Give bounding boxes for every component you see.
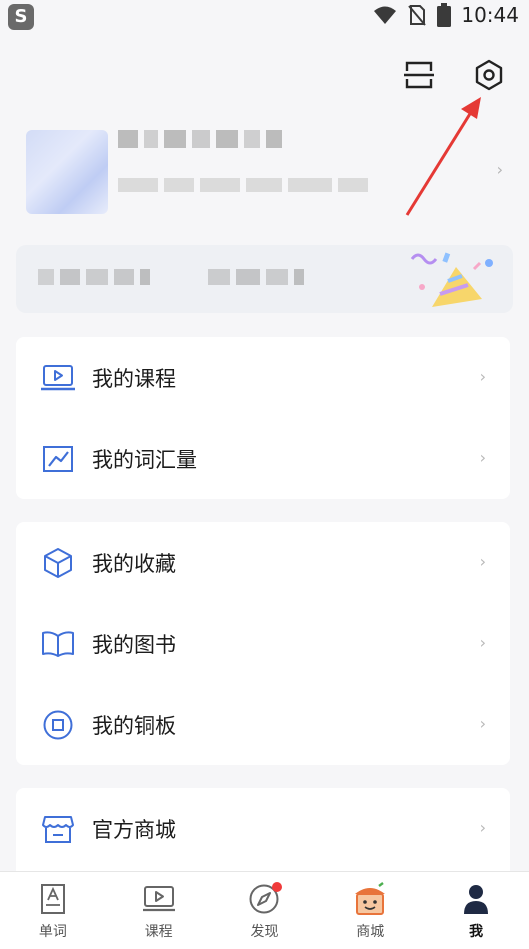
- laptop-play-icon: [40, 360, 76, 396]
- tab-words[interactable]: 单词: [0, 872, 106, 949]
- chevron-right-icon: ›: [479, 367, 486, 386]
- stats-banner[interactable]: [16, 245, 513, 313]
- store-icon: [40, 811, 76, 847]
- mall-icon: [353, 882, 387, 916]
- menu-item-my-books[interactable]: 我的图书 ›: [16, 603, 510, 684]
- stats-redacted: [38, 269, 304, 285]
- status-time: 10:44: [461, 3, 519, 27]
- menu-item-my-favorites[interactable]: 我的收藏 ›: [16, 522, 510, 603]
- menu-card-learning: 我的课程 › 我的词汇量 ›: [16, 337, 510, 499]
- menu-item-my-courses[interactable]: 我的课程 ›: [16, 337, 510, 418]
- menu-card-store: 官方商城 ›: [16, 788, 510, 878]
- tab-courses[interactable]: 课程: [106, 872, 212, 949]
- app-notification-icon: S: [8, 4, 34, 30]
- tab-label: 课程: [144, 924, 173, 940]
- menu-item-label: 我的图书: [92, 632, 176, 657]
- cube-icon: [40, 545, 76, 581]
- avatar[interactable]: [26, 130, 108, 214]
- menu-item-label: 我的词汇量: [92, 447, 197, 472]
- settings-button[interactable]: [469, 55, 509, 95]
- menu-item-my-vocabulary[interactable]: 我的词汇量 ›: [16, 418, 510, 499]
- tab-discover[interactable]: 发现: [212, 872, 318, 949]
- bottom-tab-bar: 单词 课程 发现 商城 我: [0, 871, 529, 949]
- tab-label: 发现: [250, 924, 279, 940]
- tab-label: 我: [469, 924, 484, 940]
- tab-mall[interactable]: 商城: [317, 872, 423, 949]
- status-icons: 10:44: [373, 3, 519, 27]
- menu-item-label: 我的收藏: [92, 551, 176, 576]
- menu-card-assets: 我的收藏 › 我的图书 › 我的铜板 ›: [16, 522, 510, 765]
- profile-header[interactable]: ›: [16, 122, 513, 222]
- chevron-right-icon: ›: [479, 818, 486, 837]
- coin-icon: [40, 707, 76, 743]
- chevron-right-icon: ›: [479, 714, 486, 733]
- battery-icon: [437, 3, 452, 27]
- tab-label: 单词: [38, 924, 67, 940]
- notification-badge: [271, 882, 282, 892]
- word-card-icon: [36, 882, 70, 916]
- scan-button[interactable]: [399, 55, 439, 95]
- username-redacted: [118, 130, 282, 148]
- wifi-icon: [374, 6, 397, 24]
- party-popper-icon: [410, 252, 493, 307]
- menu-item-label: 我的铜板: [92, 713, 176, 738]
- no-sim-icon: [408, 5, 427, 26]
- menu-item-label: 官方商城: [92, 817, 176, 842]
- user-icon: [459, 882, 493, 916]
- scan-icon: [404, 61, 434, 89]
- menu-item-label: 我的课程: [92, 366, 176, 391]
- course-screen-icon: [142, 882, 176, 916]
- profile-chevron-icon: ›: [496, 160, 503, 179]
- user-info-redacted: [118, 178, 368, 192]
- header-actions: [399, 55, 509, 95]
- chevron-right-icon: ›: [479, 448, 486, 467]
- tab-label: 商城: [356, 924, 385, 940]
- menu-item-official-store[interactable]: 官方商城 ›: [16, 788, 510, 869]
- trend-chart-icon: [40, 441, 76, 477]
- tab-me[interactable]: 我: [423, 872, 529, 949]
- chevron-right-icon: ›: [479, 552, 486, 571]
- settings-hexagon-icon: [475, 59, 503, 91]
- open-book-icon: [40, 626, 76, 662]
- menu-item-my-coins[interactable]: 我的铜板 ›: [16, 684, 510, 765]
- chevron-right-icon: ›: [479, 633, 486, 652]
- status-bar: S 10:44: [0, 0, 529, 34]
